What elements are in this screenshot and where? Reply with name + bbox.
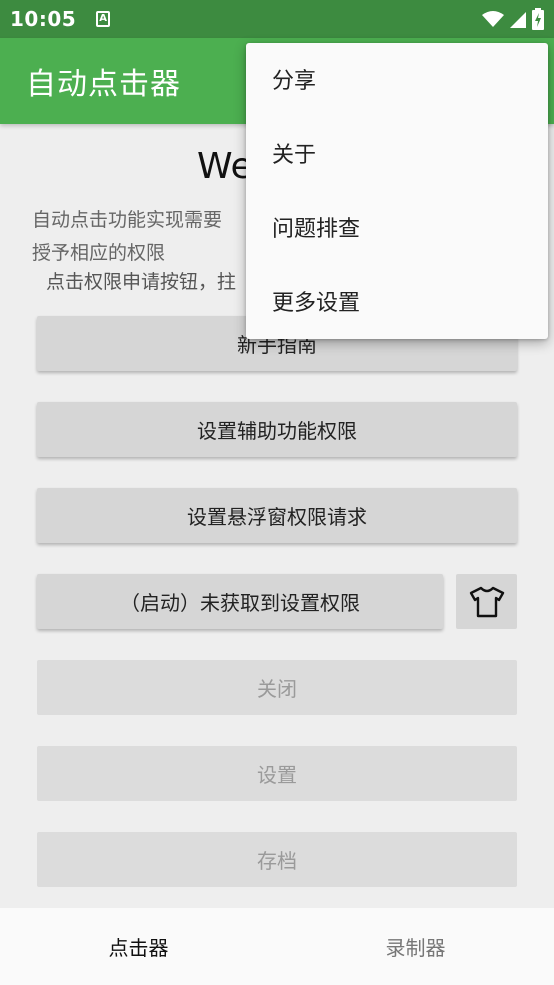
description-line-2: 授予相应的权限	[32, 242, 166, 264]
battery-icon	[532, 8, 544, 30]
menu-item-share[interactable]: 分享	[272, 63, 316, 95]
save-button[interactable]: 存档	[37, 832, 517, 887]
start-button[interactable]: （启动）未获取到设置权限	[37, 574, 443, 629]
welcome-title: We	[197, 146, 253, 187]
overflow-menu: 分享 关于 问题排查 更多设置	[246, 43, 548, 339]
app-title: 自动点击器	[26, 67, 181, 102]
nav-tab-recorder[interactable]: 录制器	[277, 908, 554, 985]
shirt-icon	[469, 586, 504, 617]
settings-button[interactable]: 设置	[37, 746, 517, 801]
theme-button[interactable]	[456, 574, 517, 629]
bottom-navigation: 点击器 录制器	[0, 908, 554, 985]
status-bar: 10:05 A	[0, 0, 554, 38]
menu-item-troubleshoot[interactable]: 问题排查	[272, 211, 360, 243]
accessibility-notification-icon: A	[96, 11, 111, 27]
nav-tab-clicker[interactable]: 点击器	[0, 908, 277, 985]
description-line-3: 点击权限申请按钮，拄	[46, 271, 237, 293]
description-line-1: 自动点击功能实现需要	[32, 209, 223, 231]
close-button[interactable]: 关闭	[37, 660, 517, 715]
accessibility-permission-button[interactable]: 设置辅助功能权限	[37, 402, 517, 457]
overlay-permission-button[interactable]: 设置悬浮窗权限请求	[37, 488, 517, 543]
status-time: 10:05	[10, 7, 77, 31]
menu-item-about[interactable]: 关于	[272, 137, 316, 169]
wifi-icon	[482, 11, 504, 27]
signal-icon	[510, 12, 526, 28]
menu-item-more-settings[interactable]: 更多设置	[272, 285, 360, 317]
